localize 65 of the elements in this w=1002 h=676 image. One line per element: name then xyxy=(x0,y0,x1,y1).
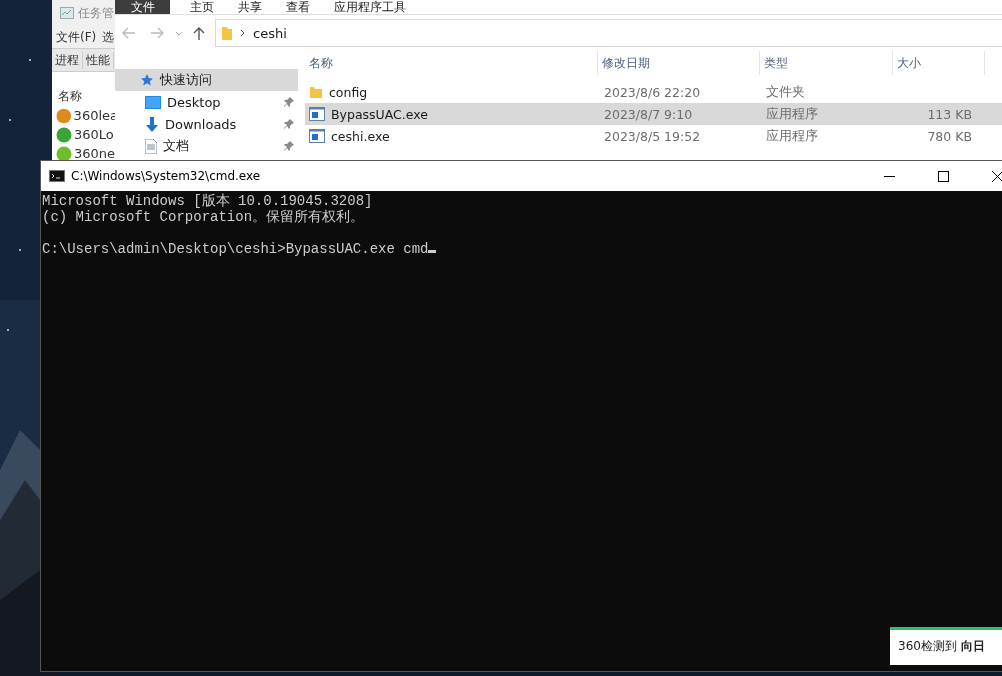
tab[interactable]: 进程 xyxy=(52,51,83,69)
app-icon xyxy=(56,107,72,124)
minimize-icon xyxy=(883,175,895,177)
size-cell-text: 780 KB xyxy=(926,128,973,144)
file-menu-tab[interactable]: 文件 xyxy=(115,0,170,14)
console-icon xyxy=(49,170,65,182)
menu-item[interactable]: 文件(F) xyxy=(56,28,97,46)
type-cell-text: 应用程序 xyxy=(765,105,819,123)
nav-item[interactable]: 快速访问 xyxy=(115,69,298,91)
console-line: (c) Microsoft Corporation。保留所有权利。 xyxy=(42,209,365,225)
file-name: ceshi.exe xyxy=(331,128,390,144)
dropdown-icon[interactable] xyxy=(175,30,183,36)
nav-item[interactable]: 文档 xyxy=(115,135,298,157)
column-header[interactable]: 类型 xyxy=(760,51,893,75)
task-manager-icon xyxy=(60,7,74,19)
file-row[interactable]: config 2023/8/6 22:20 文件夹 xyxy=(305,81,1002,103)
file-name: config xyxy=(329,84,368,100)
close-icon xyxy=(991,170,1002,182)
file-name: BypassUAC.exe xyxy=(331,106,428,122)
ribbon-tab[interactable]: 共享 xyxy=(226,0,274,14)
forward-icon[interactable] xyxy=(150,27,164,39)
up-arrow-icon[interactable] xyxy=(193,26,205,40)
date-cell-text: 2023/8/6 22:20 xyxy=(603,84,702,100)
date-cell-text: 2023/8/7 9:10 xyxy=(603,106,694,122)
star-icon xyxy=(140,73,154,87)
app-icon xyxy=(56,145,72,162)
process-name[interactable]: 360ne xyxy=(74,146,116,161)
nav-item[interactable]: Desktop xyxy=(115,91,298,113)
maximize-icon xyxy=(937,170,949,182)
notification[interactable]: 360检测到 向日 xyxy=(890,627,1002,665)
file-row[interactable]: ceshi.exe 2023/8/5 19:52 应用程序 780 KB xyxy=(305,125,1002,147)
pin-icon[interactable] xyxy=(284,141,294,151)
desktop-icon xyxy=(145,95,161,109)
download-icon xyxy=(145,116,159,132)
tab[interactable]: 性能 xyxy=(83,51,114,69)
application-icon xyxy=(309,129,325,143)
type-cell-text: 文件夹 xyxy=(765,83,806,101)
ribbon-tab[interactable]: 主页 xyxy=(178,0,226,14)
app-icon xyxy=(56,126,72,143)
ribbon-tab[interactable]: 查看 xyxy=(274,0,322,14)
chevron-icon xyxy=(240,29,245,37)
address-bar[interactable]: ceshi xyxy=(215,19,1002,47)
folder-icon xyxy=(309,85,323,99)
pin-icon[interactable] xyxy=(284,119,294,129)
back-icon[interactable] xyxy=(122,27,136,39)
date-cell-text: 2023/8/5 19:52 xyxy=(603,128,702,144)
column-header[interactable]: 名称 xyxy=(52,88,118,106)
type-cell-text: 应用程序 xyxy=(765,127,819,145)
ribbon-tab[interactable]: 应用程序工具 xyxy=(322,0,418,14)
folder-icon xyxy=(222,26,232,40)
window-title: 任务管 xyxy=(78,4,114,22)
document-icon xyxy=(145,138,157,154)
menu-item[interactable]: 选 xyxy=(102,28,115,46)
window-title: C:\Windows\System32\cmd.exe xyxy=(71,169,262,183)
column-header[interactable]: 大小 xyxy=(893,51,985,75)
column-header[interactable]: 修改日期 xyxy=(598,51,760,75)
application-icon xyxy=(309,107,325,121)
size-cell-text: 113 KB xyxy=(926,106,973,122)
console-line: Microsoft Windows [版本 10.0.19045.3208] xyxy=(42,193,373,209)
command-line: C:\Users\admin\Desktop\ceshi>BypassUAC.exe cmd xyxy=(42,241,429,257)
process-name[interactable]: 360Lo xyxy=(74,127,114,142)
file-row[interactable]: BypassUAC.exe 2023/8/7 9:10 应用程序 113 KB xyxy=(305,103,1002,125)
pin-icon[interactable] xyxy=(284,97,294,107)
nav-item[interactable]: Downloads xyxy=(115,113,298,135)
column-header[interactable]: 名称 xyxy=(305,51,598,75)
